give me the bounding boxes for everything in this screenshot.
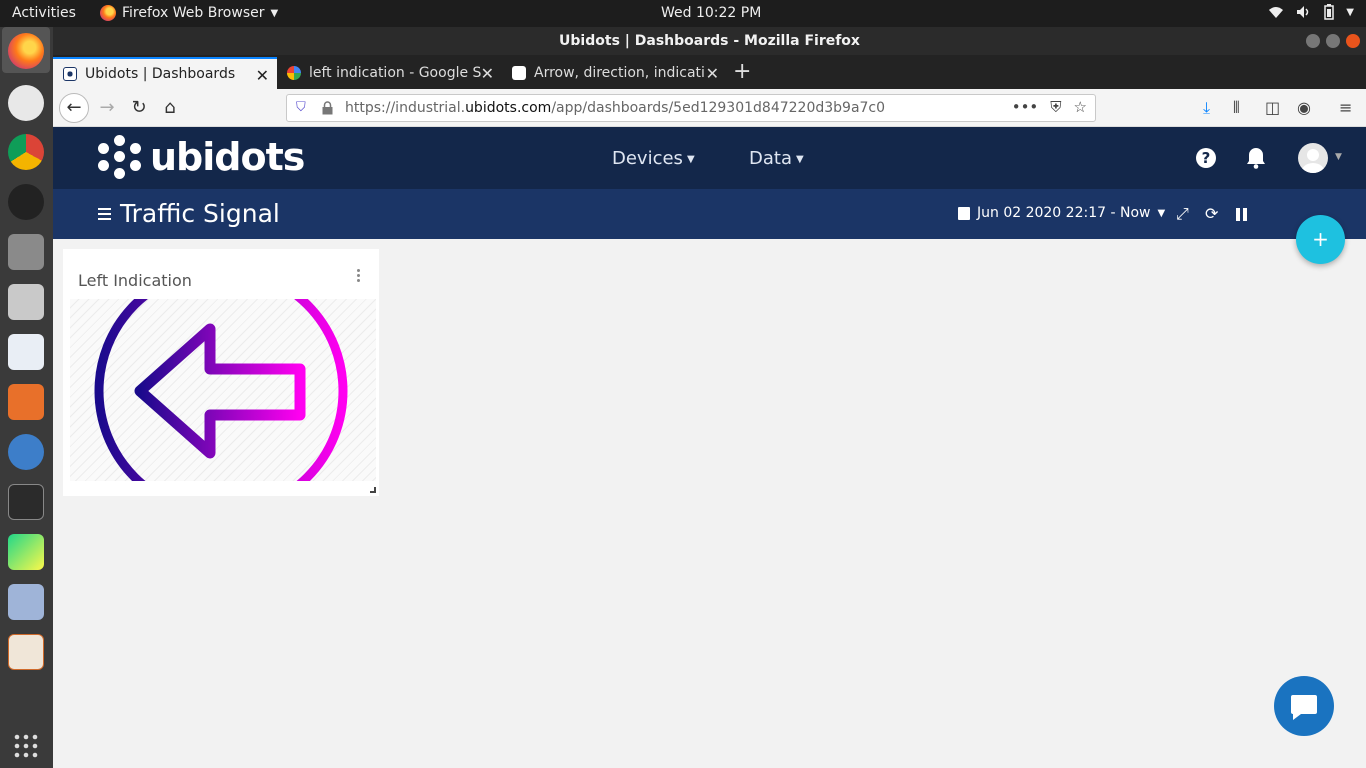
- show-apps-icon[interactable]: [8, 728, 44, 764]
- close-icon[interactable]: ✕: [706, 64, 719, 83]
- devices-menu[interactable]: Devices ▼: [612, 148, 695, 169]
- lock-icon[interactable]: [322, 101, 333, 115]
- help-icon[interactable]: [8, 434, 44, 470]
- activities-button[interactable]: Activities: [12, 5, 76, 21]
- date-range-picker[interactable]: Jun 02 2020 22:17 - Now ▼: [958, 205, 1165, 221]
- kebab-menu-icon[interactable]: [357, 269, 361, 284]
- widget-title: Left Indication: [78, 271, 192, 290]
- date-range-label: Jun 02 2020 22:17 - Now: [977, 205, 1151, 221]
- pycharm-icon[interactable]: [8, 534, 44, 570]
- tracking-shield-icon[interactable]: ⛉: [296, 100, 306, 115]
- resize-handle[interactable]: [370, 487, 376, 493]
- minimize-button[interactable]: [1306, 34, 1320, 48]
- logo-dots-icon: [98, 135, 142, 179]
- chat-icon: [1291, 695, 1317, 720]
- system-top-bar: Activities Firefox Web Browser ▼ Wed 10:…: [0, 0, 1366, 27]
- files-icon[interactable]: [8, 234, 44, 270]
- data-menu[interactable]: Data ▼: [749, 148, 804, 169]
- system-tray[interactable]: ▼: [1268, 4, 1354, 20]
- chevron-down-icon: ▼: [1346, 6, 1354, 18]
- caret-down-icon[interactable]: ▼: [1335, 152, 1342, 162]
- avatar[interactable]: [1298, 143, 1328, 173]
- library-icon[interactable]: ⫴: [1233, 98, 1240, 118]
- devices-menu-label: Devices: [612, 148, 683, 169]
- app-menu-label: Firefox Web Browser: [122, 5, 265, 21]
- image-viewer-icon[interactable]: [8, 584, 44, 620]
- tab-label: Arrow, direction, indicati: [534, 65, 705, 81]
- caret-down-icon: ▼: [795, 153, 804, 165]
- calendar-icon: [958, 206, 970, 220]
- tab-label: Ubidots | Dashboards: [85, 66, 236, 82]
- firefox-icon[interactable]: [8, 33, 44, 69]
- rhythmbox-icon[interactable]: [8, 284, 44, 320]
- data-menu-label: Data: [749, 148, 792, 169]
- refresh-icon[interactable]: ⟳: [1205, 204, 1218, 223]
- google-favicon: [287, 66, 301, 80]
- terminal-icon[interactable]: [8, 484, 44, 520]
- widget-card[interactable]: Left Indication: [63, 249, 379, 496]
- app-header: ubidots Devices ▼ Data ▼ ? ▼: [53, 127, 1366, 189]
- icon-site-favicon: [512, 66, 526, 80]
- fullscreen-icon[interactable]: ⤢: [1176, 204, 1189, 224]
- tab-ubidots[interactable]: Ubidots | Dashboards ✕: [53, 57, 277, 89]
- close-icon[interactable]: ✕: [481, 64, 494, 83]
- window-title: Ubidots | Dashboards - Mozilla Firefox: [559, 33, 860, 49]
- clock[interactable]: Wed 10:22 PM: [661, 5, 761, 21]
- battery-icon: [1324, 4, 1335, 20]
- add-widget-button[interactable]: +: [1296, 215, 1345, 264]
- forward-button[interactable]: →: [93, 94, 121, 122]
- tab-bar: Ubidots | Dashboards ✕ left indication -…: [53, 55, 1366, 89]
- close-icon[interactable]: ✕: [256, 66, 269, 85]
- caret-down-icon: ▼: [686, 153, 695, 165]
- thunderbird-icon[interactable]: [8, 85, 44, 121]
- firefox-icon: [100, 5, 116, 21]
- maximize-button[interactable]: [1326, 34, 1340, 48]
- more-actions-icon[interactable]: •••: [1012, 98, 1039, 116]
- chrome-icon[interactable]: [8, 134, 44, 170]
- tab-arrow[interactable]: Arrow, direction, indicati ✕: [502, 57, 727, 89]
- writer-icon[interactable]: [8, 334, 44, 370]
- software-center-icon[interactable]: [8, 384, 44, 420]
- tab-label: left indication - Google S: [309, 65, 482, 81]
- pause-icon[interactable]: [1236, 208, 1248, 221]
- bookmark-star-icon[interactable]: ☆: [1074, 98, 1087, 116]
- pocket-icon[interactable]: ⛨: [1050, 98, 1061, 116]
- dock: [0, 27, 53, 768]
- navigation-toolbar: ← → ↻ ⌂ ⛉ https://industrial.ubidots.com…: [53, 89, 1366, 127]
- hamburger-menu-icon[interactable]: [98, 208, 111, 220]
- close-window-button[interactable]: [1346, 34, 1360, 48]
- dashboard-toolbar: Traffic Signal Jun 02 2020 22:17 - Now ▼…: [53, 189, 1366, 239]
- caret-down-icon: ▼: [1157, 207, 1166, 219]
- account-icon[interactable]: ◉: [1297, 98, 1311, 117]
- ubidots-logo[interactable]: ubidots: [98, 135, 305, 179]
- back-button[interactable]: ←: [59, 93, 89, 123]
- widget-image: [70, 299, 376, 481]
- chevron-down-icon: ▼: [270, 7, 279, 19]
- window-title-bar: Ubidots | Dashboards - Mozilla Firefox: [53, 27, 1366, 55]
- app-menu[interactable]: Firefox Web Browser ▼: [100, 5, 278, 21]
- url-bar[interactable]: ⛉ https://industrial.ubidots.com/app/das…: [286, 94, 1096, 122]
- impress-icon[interactable]: [8, 634, 44, 670]
- page-title: Traffic Signal: [120, 199, 280, 228]
- sidebar-icon[interactable]: ◫: [1265, 98, 1280, 117]
- bell-icon[interactable]: [1246, 147, 1266, 169]
- volume-icon: [1297, 6, 1309, 18]
- chat-button[interactable]: [1274, 676, 1334, 736]
- inkscape-icon[interactable]: [8, 184, 44, 220]
- home-button[interactable]: ⌂: [156, 94, 184, 122]
- new-tab-button[interactable]: +: [733, 59, 751, 84]
- logo-text: ubidots: [150, 135, 305, 179]
- url-text: https://industrial.ubidots.com/app/dashb…: [345, 100, 886, 116]
- downloads-icon[interactable]: ⤓: [1203, 98, 1210, 118]
- help-icon[interactable]: ?: [1196, 148, 1216, 168]
- ubidots-favicon: [63, 67, 77, 81]
- reload-button[interactable]: ↻: [125, 94, 153, 122]
- wifi-icon: [1269, 7, 1284, 18]
- tab-google[interactable]: left indication - Google S ✕: [277, 57, 502, 89]
- menu-icon[interactable]: ≡: [1339, 98, 1352, 117]
- left-arrow-indicator-icon: [94, 299, 348, 481]
